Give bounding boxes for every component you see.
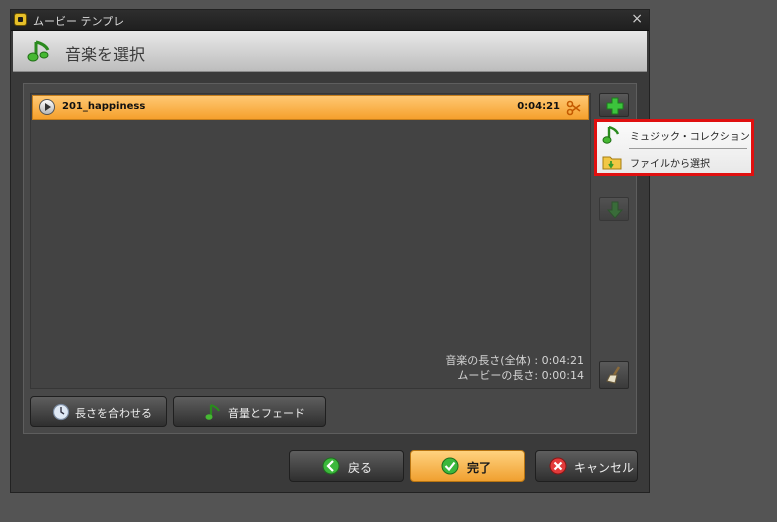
scissors-icon[interactable] (566, 100, 582, 116)
finish-label: 完了 (467, 461, 492, 475)
back-arrow-icon (322, 457, 340, 475)
cancel-button[interactable]: キャンセル (535, 450, 638, 482)
page-title: 音楽を選択 (65, 45, 146, 64)
track-duration: 0:04:21 (517, 101, 560, 112)
movie-template-dialog: ムービー テンプレ × 音楽を選択 201_happiness 0:04:21 (10, 9, 650, 493)
finish-button[interactable]: 完了 (410, 450, 525, 482)
app-icon (14, 13, 27, 26)
menu-item-select-file[interactable]: ファイルから選択 (597, 149, 751, 174)
back-button[interactable]: 戻る (289, 450, 404, 482)
music-note-icon (27, 40, 50, 62)
back-label: 戻る (348, 461, 373, 475)
arrow-down-icon (606, 201, 624, 219)
clear-button[interactable] (599, 361, 629, 389)
fit-length-button[interactable]: 長さを合わせる (30, 396, 167, 427)
cancel-label: キャンセル (574, 461, 635, 475)
music-note-icon (602, 125, 620, 144)
track-list[interactable]: 201_happiness 0:04:21 音楽の長さ(全体) : 0:04:2… (30, 93, 591, 389)
fit-length-label: 長さを合わせる (75, 407, 152, 420)
menu-item-label: ファイルから選択 (630, 159, 710, 170)
length-stats: 音楽の長さ(全体) : 0:04:21 ムービーの長さ: 0:00:14 (445, 353, 584, 383)
title-bar: ムービー テンプレ × (11, 10, 649, 31)
track-row[interactable]: 201_happiness 0:04:21 (32, 95, 589, 120)
move-down-button[interactable] (599, 197, 629, 221)
music-panel: 201_happiness 0:04:21 音楽の長さ(全体) : 0:04:2… (23, 83, 637, 434)
close-button[interactable]: × (631, 11, 643, 27)
track-name: 201_happiness (62, 101, 146, 112)
menu-item-label: ミュジック・コレクション (630, 132, 750, 143)
music-length-label: 音楽の長さ(全体) : 0:04:21 (445, 354, 584, 367)
page-header: 音楽を選択 (13, 31, 647, 72)
folder-icon (602, 156, 622, 170)
add-music-button[interactable] (599, 93, 629, 117)
play-icon[interactable] (39, 99, 55, 115)
check-icon (441, 457, 459, 475)
cancel-icon (549, 457, 567, 475)
add-music-menu: ミュジック・コレクション ファイルから選択 (594, 119, 754, 176)
volume-fade-button[interactable]: 音量とフェード (173, 396, 326, 427)
volume-fade-label: 音量とフェード (228, 407, 305, 420)
window-title: ムービー テンプレ (33, 15, 125, 28)
menu-item-music-collection[interactable]: ミュジック・コレクション (597, 122, 751, 147)
music-note-icon (205, 403, 220, 420)
clock-icon (52, 403, 70, 421)
broom-icon (606, 366, 621, 384)
movie-length-label: ムービーの長さ: 0:00:14 (457, 369, 584, 382)
plus-icon (606, 97, 624, 115)
